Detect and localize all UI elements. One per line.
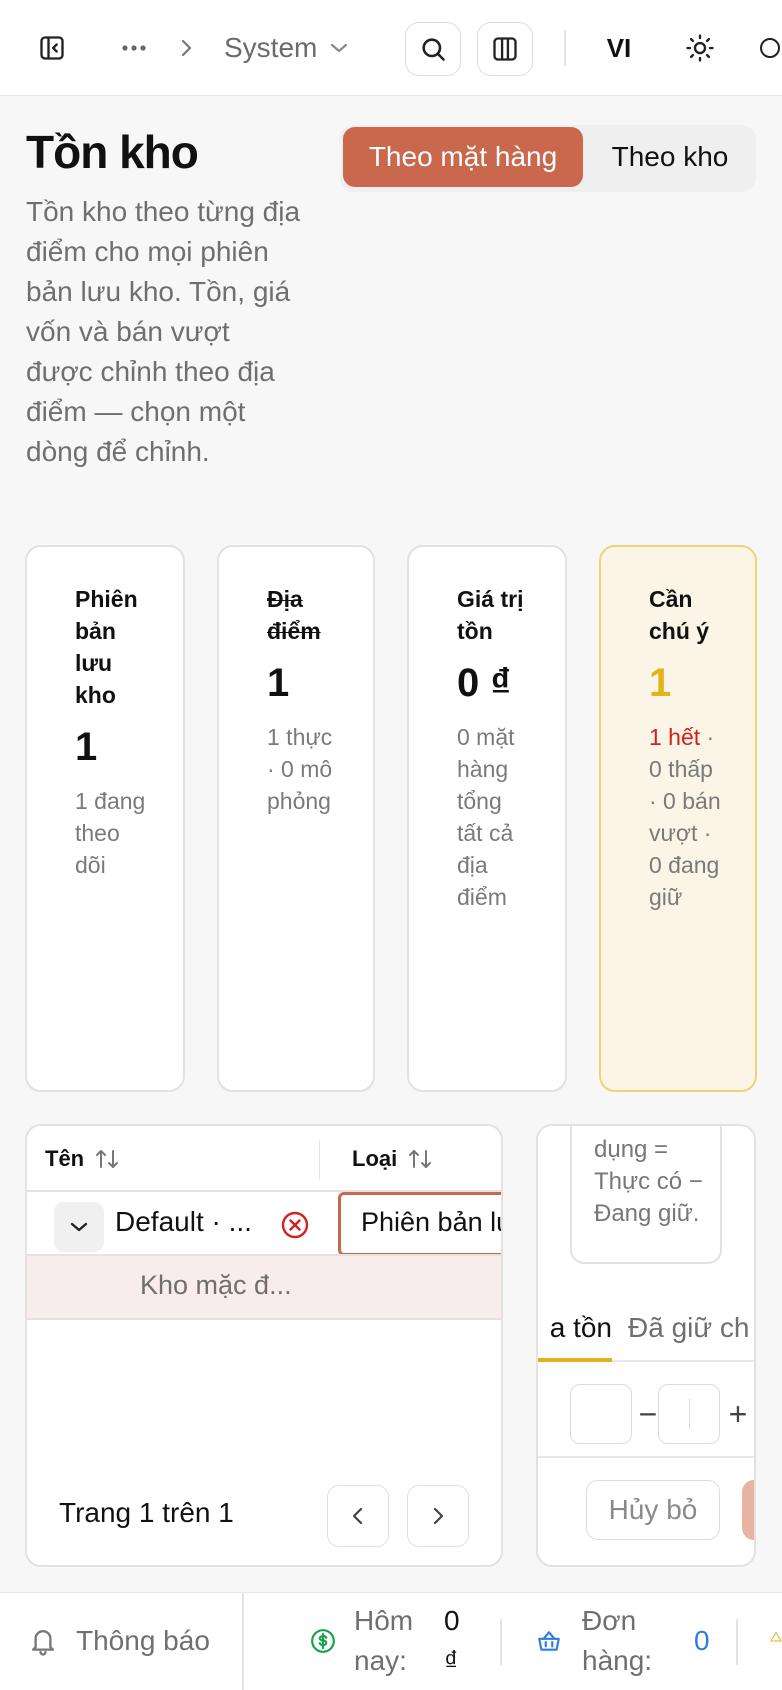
today-revenue[interactable]: Hôm nay: 0 ₫ <box>310 1601 468 1681</box>
sort-icon <box>96 1150 119 1168</box>
next-page-button[interactable] <box>407 1485 469 1547</box>
stat-subtext: 1 thực · 0 mô phỏng <box>267 724 333 814</box>
stat-value: 1 <box>75 725 98 769</box>
child-row-location: Kho mặc đ... <box>140 1270 292 1300</box>
stat-subtext: 1 hết · 0 thấp · 0 bán vượt · 0 đang giữ <box>649 721 721 913</box>
basket-icon <box>538 1631 560 1651</box>
column-header-name[interactable]: Tên <box>45 1126 120 1192</box>
stat-label: Phiên bản lưu kho <box>75 586 138 708</box>
topbar-divider <box>564 30 566 66</box>
table-child-row[interactable]: Kho mặc đ... <box>27 1256 501 1320</box>
stat-value: 0 ₫ <box>457 661 511 705</box>
today-value: 0 ₫ <box>444 1605 460 1676</box>
bottom-status-bar: Thông báo Hôm nay: 0 ₫ Đơn hàng: 0 <box>0 1592 782 1690</box>
chevron-right-icon <box>181 39 192 57</box>
moon-icon <box>760 38 780 58</box>
column-header-label: Loại <box>352 1146 398 1171</box>
column-header-type[interactable]: Loại <box>352 1126 433 1192</box>
view-by-item-button[interactable]: Theo mặt hàng <box>343 127 583 187</box>
money-icon <box>311 1629 335 1653</box>
top-bar: System VI <box>0 0 782 96</box>
sidebar-toggle-icon <box>40 36 64 60</box>
breadcrumb-section-dropdown[interactable]: System <box>224 24 349 72</box>
detail-tabs: a tồn Đã giữ ch <box>538 1306 754 1362</box>
footer-divider <box>538 1456 754 1458</box>
bottombar-divider <box>736 1619 738 1665</box>
column-divider <box>319 1140 320 1180</box>
page-description: Tồn kho theo từng địa điểm cho mọi phiên… <box>26 196 301 467</box>
tab-reserved[interactable]: Đã giữ ch <box>628 1312 749 1344</box>
stat-label: Cần chú ý <box>649 586 710 644</box>
tab-stock[interactable]: a tồn <box>538 1306 612 1362</box>
pagination-label: Trang 1 trên 1 <box>59 1497 234 1528</box>
column-header-label: Tên <box>45 1146 85 1171</box>
notifications-button[interactable]: Thông báo <box>28 1621 210 1661</box>
stat-card-attention[interactable]: Cần chú ý 1 1 hết · 0 thấp · 0 bán vượt … <box>599 545 757 1092</box>
stat-card-stock-value: Giá trị tồn 0 ₫ 0 mặt hàng tổng tất cả đ… <box>407 545 567 1092</box>
stat-label: Địa điểm <box>267 586 321 644</box>
warning-icon <box>770 1632 782 1642</box>
ellipsis-icon <box>122 45 146 51</box>
notifications-label: Thông báo <box>76 1625 210 1656</box>
stat-subtext: 0 mặt hàng tổng tất cả địa điểm <box>457 724 515 910</box>
stat-subtext: 1 đang theo dõi <box>75 788 146 878</box>
row-expand-button[interactable] <box>54 1202 104 1252</box>
bottombar-divider <box>500 1619 502 1665</box>
breadcrumb-section-label: System <box>224 32 318 63</box>
columns-button[interactable] <box>477 22 533 76</box>
bottombar-divider <box>242 1593 244 1690</box>
stepper-increment-button[interactable]: + <box>724 1394 752 1434</box>
stock-detail-panel: dụng = Thực có − Đang giữ. a tồn Đã giữ … <box>536 1124 756 1567</box>
chevron-right-icon <box>433 1507 444 1525</box>
view-toggle: Theo mặt hàng Theo kho <box>340 125 756 192</box>
chevron-left-icon <box>352 1507 363 1525</box>
chevron-down-icon <box>70 1222 88 1232</box>
bell-icon <box>31 1630 55 1656</box>
breadcrumb-more-button[interactable] <box>112 28 156 68</box>
row-type-cell[interactable]: Phiên bản lưu kho <box>338 1192 501 1256</box>
orders-label: Đơn hàng: <box>582 1605 653 1676</box>
orders-count[interactable]: Đơn hàng: 0 <box>536 1601 710 1681</box>
inventory-table: Tên Loại Default · ... Phiên bản lưu kho… <box>25 1124 503 1567</box>
language-switch[interactable]: VI <box>598 28 640 68</box>
sun-icon <box>686 34 714 62</box>
minus-icon: − <box>638 1396 658 1432</box>
stat-value: 1 <box>267 661 290 705</box>
stat-card-locations: Địa điểm 1 1 thực · 0 mô phỏng <box>217 545 375 1092</box>
today-label: Hôm nay: <box>354 1605 414 1676</box>
plus-icon: + <box>728 1396 748 1432</box>
sort-icon <box>409 1150 432 1168</box>
stepper-divider <box>689 1399 690 1429</box>
breadcrumb-separator <box>176 30 196 66</box>
columns-icon <box>493 37 517 61</box>
search-button[interactable] <box>405 22 461 76</box>
chevron-down-icon <box>331 43 348 53</box>
stat-card-variants: Phiên bản lưu kho 1 1 đang theo dõi <box>25 545 185 1092</box>
previous-page-button[interactable] <box>327 1485 389 1547</box>
save-button[interactable] <box>742 1480 754 1540</box>
alerts-indicator[interactable] <box>770 1623 782 1651</box>
view-by-location-button[interactable]: Theo kho <box>586 127 754 187</box>
quantity-input[interactable] <box>570 1384 632 1444</box>
stat-value: 1 <box>649 661 672 705</box>
quantity-stepper-input[interactable] <box>658 1384 720 1444</box>
language-label: VI <box>606 32 632 63</box>
theme-toggle-button[interactable] <box>680 28 720 68</box>
orders-value: 0 <box>694 1625 710 1656</box>
table-row[interactable]: Default · ... Phiên bản lưu kho <box>27 1192 501 1256</box>
available-formula-note: dụng = Thực có − Đang giữ. <box>570 1126 722 1264</box>
row-name: Default · ... <box>115 1206 252 1237</box>
attention-breakdown: · 0 thấp · 0 bán vượt · 0 đang giữ <box>649 724 721 910</box>
out-of-stock-icon <box>281 1211 309 1239</box>
stepper-decrement-button[interactable]: − <box>636 1394 660 1434</box>
dark-mode-button[interactable] <box>758 28 782 68</box>
cancel-button[interactable]: Hủy bỏ <box>586 1480 720 1540</box>
sidebar-toggle-button[interactable] <box>32 28 72 68</box>
out-of-stock-count: 1 hết <box>649 724 701 750</box>
page-title: Tồn kho <box>26 126 199 178</box>
search-icon <box>422 38 445 61</box>
stat-label: Giá trị tồn <box>457 586 524 644</box>
